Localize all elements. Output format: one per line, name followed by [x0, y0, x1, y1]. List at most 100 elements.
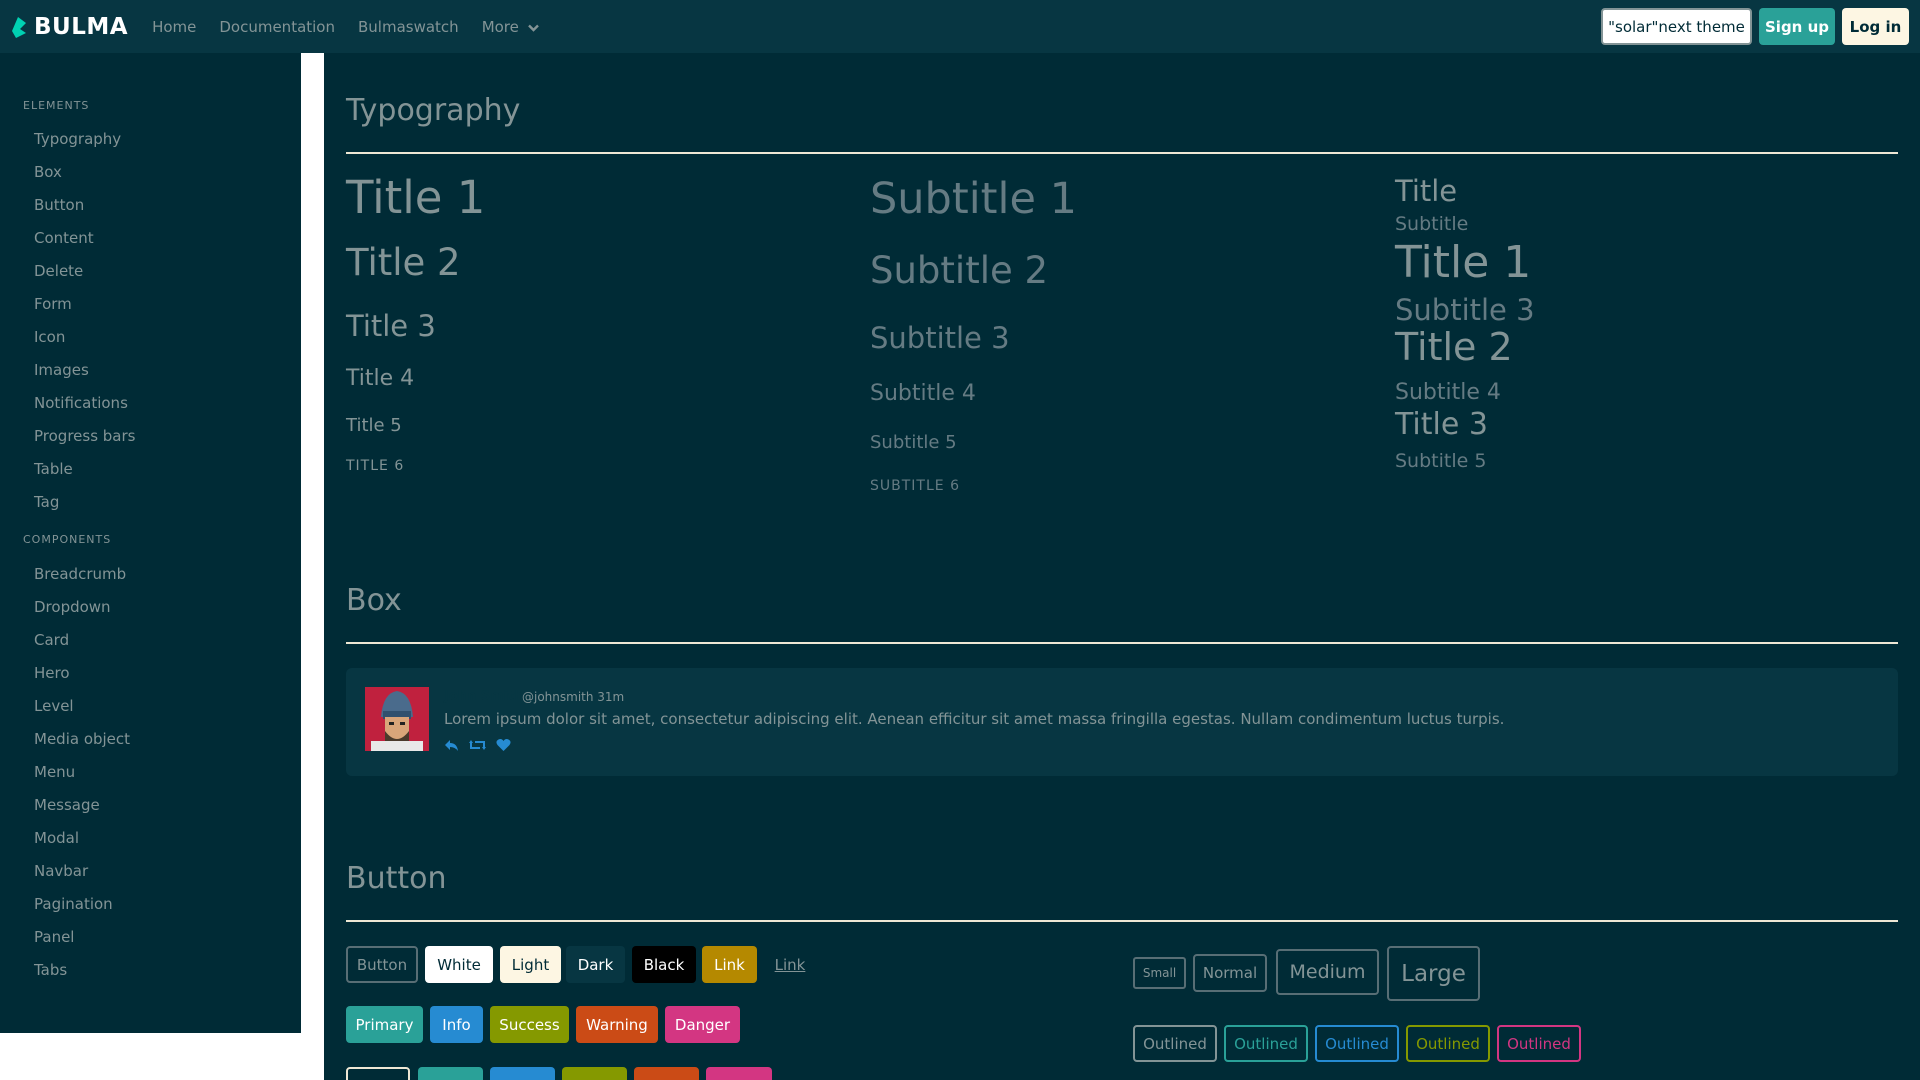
sidebar-item-dropdown[interactable]: Dropdown [34, 598, 111, 616]
sidebar-item-media-object[interactable]: Media object [34, 730, 130, 748]
brand-logo[interactable]: BULMA [10, 0, 128, 53]
next-theme-button[interactable]: "solar"next theme [1601, 8, 1752, 45]
nav-documentation[interactable]: Documentation [219, 18, 335, 36]
sidebar-item-tag[interactable]: Tag [34, 493, 59, 511]
mixed-subtitle: Subtitle [1395, 213, 1469, 235]
mixed-subtitle-4: Subtitle 4 [1395, 380, 1501, 405]
nav-more-dropdown[interactable]: More [482, 18, 539, 36]
sidebar-item-notifications[interactable]: Notifications [34, 394, 128, 412]
divider [346, 920, 1898, 922]
button-small[interactable]: Small [1133, 957, 1186, 989]
sidebar-item-message[interactable]: Message [34, 796, 100, 814]
sidebar-item-form[interactable]: Form [34, 295, 72, 313]
subtitle-4: Subtitle 4 [870, 381, 976, 406]
sidebar-item-table[interactable]: Table [34, 460, 73, 478]
main-content: Typography Title 1 Title 2 Title 3 Title… [324, 53, 1920, 1080]
button-outlined-primary[interactable]: Outlined [1224, 1025, 1308, 1062]
top-navbar: BULMA Home Documentation Bulmaswatch Mor… [0, 0, 1920, 53]
sidebar-item-level[interactable]: Level [34, 697, 74, 715]
button-focus-default[interactable]: Focus [346, 1067, 410, 1080]
sidebar-item-breadcrumb[interactable]: Breadcrumb [34, 565, 126, 583]
button-focus-info[interactable]: Focus [490, 1067, 555, 1080]
subtitle-1: Subtitle 1 [870, 174, 1077, 224]
button-default[interactable]: Button [346, 946, 418, 983]
section-title-box: Box [346, 583, 402, 618]
sidebar-item-modal[interactable]: Modal [34, 829, 79, 847]
button-outlined-info[interactable]: Outlined [1315, 1025, 1399, 1062]
nav-home[interactable]: Home [152, 18, 196, 36]
button-focus-warning[interactable]: Focus [634, 1067, 699, 1080]
signup-button[interactable]: Sign up [1759, 8, 1835, 45]
avatar [365, 687, 429, 751]
mixed-title: Title [1395, 174, 1458, 208]
subtitle-2: Subtitle 2 [870, 249, 1049, 292]
button-info[interactable]: Info [430, 1006, 483, 1043]
sidebar-item-delete[interactable]: Delete [34, 262, 83, 280]
sidebar-item-box[interactable]: Box [34, 163, 62, 181]
button-dark[interactable]: Dark [566, 946, 625, 983]
subtitle-6: SUBTITLE 6 [870, 478, 960, 494]
button-white[interactable]: White [425, 946, 493, 983]
button-focus-success[interactable]: Focus [562, 1067, 627, 1080]
title-4: Title 4 [346, 366, 415, 391]
button-outlined-danger[interactable]: Outlined [1497, 1025, 1581, 1062]
button-link[interactable]: Link [764, 946, 816, 983]
avatar-image [365, 687, 429, 751]
menu-label-components: COMPONENTS [23, 533, 112, 546]
sidebar-item-typography[interactable]: Typography [34, 130, 121, 148]
reply-icon[interactable] [444, 738, 459, 752]
sidebar-item-menu[interactable]: Menu [34, 763, 75, 781]
title-6: TITLE 6 [346, 458, 405, 474]
author-name[interactable]: John Smith [444, 689, 524, 704]
login-button[interactable]: Log in [1842, 8, 1909, 45]
subtitle-3: Subtitle 3 [870, 321, 1010, 355]
menu-label-elements: ELEMENTS [23, 99, 90, 112]
button-link-colored[interactable]: Link [702, 946, 757, 983]
mixed-title-3: Title 3 [1395, 407, 1488, 442]
title-1: Title 1 [346, 171, 486, 224]
sidebar-item-content[interactable]: Content [34, 229, 94, 247]
chevron-down-icon [528, 24, 539, 32]
button-large[interactable]: Large [1387, 946, 1480, 1001]
sidebar-menu: ELEMENTS Typography Box Button Content D… [0, 53, 301, 1033]
divider [346, 642, 1898, 644]
button-danger[interactable]: Danger [665, 1006, 740, 1043]
button-black[interactable]: Black [632, 946, 696, 983]
mixed-subtitle-5: Subtitle 5 [1395, 450, 1487, 472]
heart-icon[interactable] [496, 738, 511, 752]
button-medium[interactable]: Medium [1276, 949, 1379, 995]
title-5: Title 5 [346, 415, 402, 436]
sidebar-item-pagination[interactable]: Pagination [34, 895, 113, 913]
sidebar-item-panel[interactable]: Panel [34, 928, 74, 946]
section-title-typography: Typography [346, 93, 521, 128]
retweet-icon[interactable] [469, 738, 486, 752]
nav-bulmaswatch[interactable]: Bulmaswatch [358, 18, 459, 36]
mixed-subtitle-3: Subtitle 3 [1395, 293, 1535, 327]
sidebar-item-hero[interactable]: Hero [34, 664, 70, 682]
sidebar-item-button[interactable]: Button [34, 196, 84, 214]
sidebar-item-icon[interactable]: Icon [34, 328, 65, 346]
title-2: Title 2 [346, 241, 461, 284]
post-text: Lorem ipsum dolor sit amet, consectetur … [444, 710, 1505, 728]
button-success[interactable]: Success [490, 1006, 569, 1043]
brand-name: BULMA [34, 13, 129, 40]
button-focus-danger[interactable]: Focus [706, 1067, 772, 1080]
mixed-title-1: Title 1 [1395, 237, 1532, 288]
button-normal[interactable]: Normal [1193, 954, 1267, 992]
button-outlined[interactable]: Outlined [1133, 1025, 1217, 1062]
bulma-logo-icon [12, 16, 26, 38]
button-outlined-success[interactable]: Outlined [1406, 1025, 1490, 1062]
nav-more-label: More [481, 17, 519, 36]
button-primary[interactable]: Primary [346, 1006, 423, 1043]
sidebar-item-navbar[interactable]: Navbar [34, 862, 88, 880]
button-warning[interactable]: Warning [576, 1006, 658, 1043]
sidebar-item-progress-bars[interactable]: Progress bars [34, 427, 135, 445]
button-focus-primary[interactable]: Focus [418, 1067, 483, 1080]
sidebar-item-images[interactable]: Images [34, 361, 89, 379]
title-3: Title 3 [346, 309, 436, 343]
button-light[interactable]: Light [500, 946, 561, 983]
mixed-title-2: Title 2 [1395, 325, 1513, 369]
sidebar-item-tabs[interactable]: Tabs [34, 961, 67, 979]
sidebar-item-card[interactable]: Card [34, 631, 69, 649]
post-actions [444, 738, 511, 752]
